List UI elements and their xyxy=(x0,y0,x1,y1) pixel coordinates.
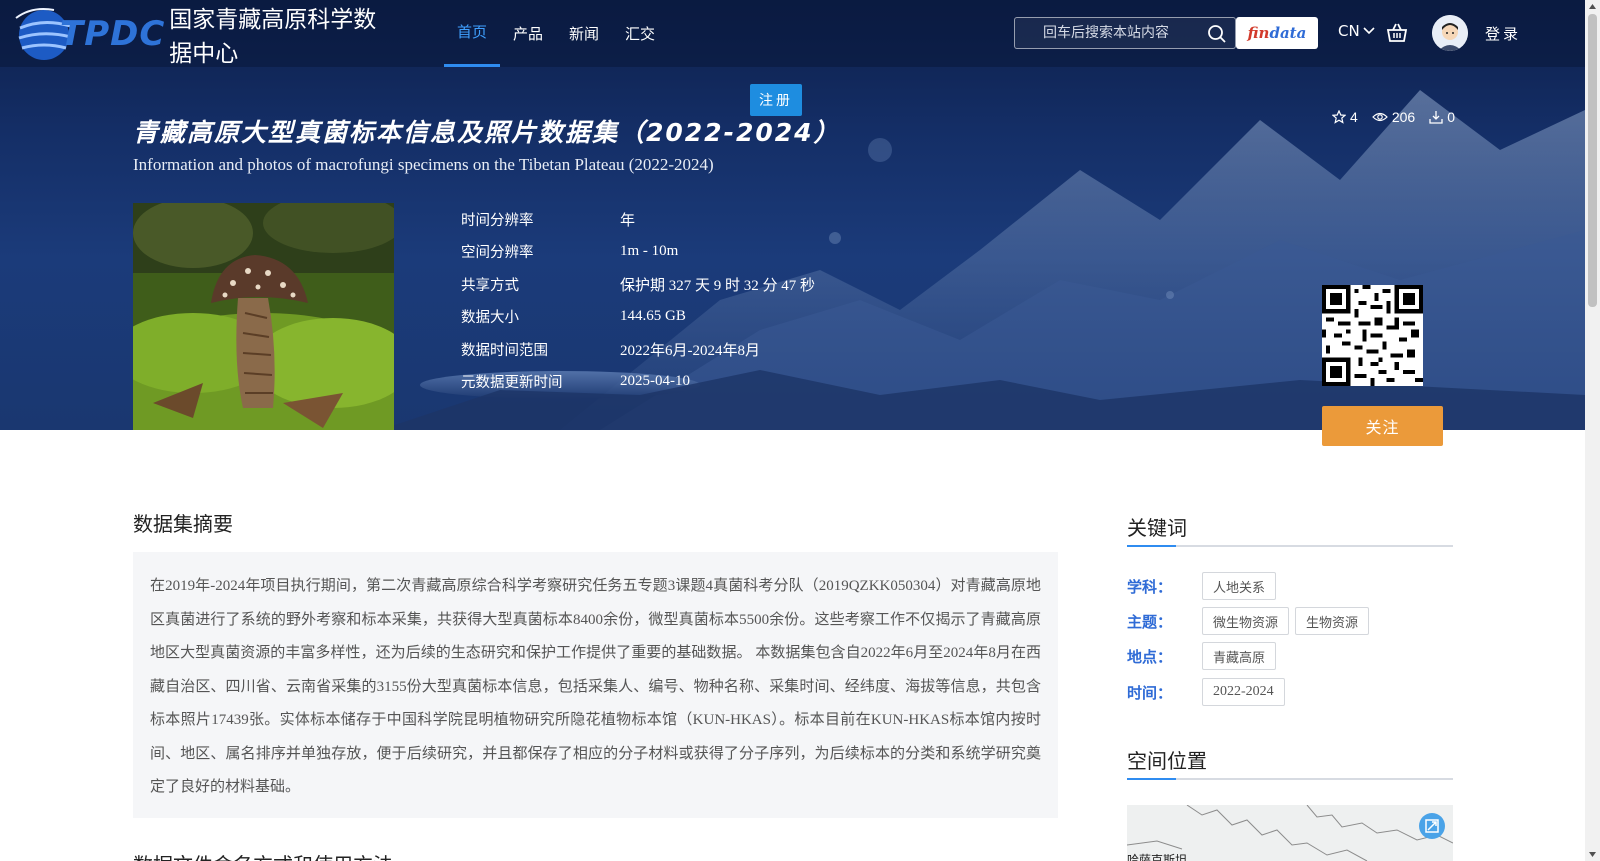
meta-value: 1m - 10m xyxy=(620,243,679,260)
downloads-count: 0 xyxy=(1447,109,1455,125)
dataset-meta: 时间分辨率 年 空间分辨率 1m - 10m 共享方式 保护期 327 天 9 … xyxy=(461,203,815,398)
follow-button[interactable]: 关注 xyxy=(1322,406,1443,446)
meta-value: 2025-04-10 xyxy=(620,373,690,390)
meta-value: 年 xyxy=(620,212,636,229)
keyword-label: 学科： xyxy=(1127,577,1173,596)
meta-row: 共享方式 保护期 327 天 9 时 32 分 47 秒 xyxy=(461,268,815,301)
keywords-title: 关键词 xyxy=(1127,516,1187,540)
cart-icon[interactable] xyxy=(1386,22,1408,44)
nav-news[interactable]: 新闻 xyxy=(556,0,612,67)
language-switch[interactable]: CN xyxy=(1338,22,1375,40)
scrollbar-thumb[interactable] xyxy=(1588,14,1597,307)
dataset-stats: 4 206 0 xyxy=(1332,109,1455,125)
views-count: 206 xyxy=(1391,109,1416,125)
scroll-up-icon[interactable] xyxy=(1588,2,1597,12)
meta-row: 数据时间范围 2022年6月-2024年8月 xyxy=(461,333,815,366)
nav-products[interactable]: 产品 xyxy=(500,0,556,67)
meta-value: 144.65 GB xyxy=(620,308,686,325)
meta-label: 共享方式 xyxy=(461,277,519,294)
logo-abbr: TPDC xyxy=(60,14,166,54)
user-avatar-icon xyxy=(1432,15,1468,51)
keyword-label: 地点： xyxy=(1127,647,1173,666)
findata-label-data: data xyxy=(1269,24,1307,42)
meta-value: 保护期 327 天 9 时 32 分 47 秒 xyxy=(620,277,816,294)
fullscreen-icon[interactable] xyxy=(1418,812,1446,840)
scroll-down-icon[interactable] xyxy=(1588,849,1597,859)
site-logo[interactable]: TPDC 国家青藏高原科学数据中心 xyxy=(14,4,394,67)
star-icon xyxy=(1332,110,1347,124)
meta-label: 数据时间范围 xyxy=(461,342,548,359)
chevron-down-icon xyxy=(1363,27,1375,35)
download-icon xyxy=(1429,111,1443,124)
eye-icon xyxy=(1371,112,1388,122)
keywords-divider xyxy=(1127,545,1453,547)
stars-count: 4 xyxy=(1350,109,1358,125)
search-icon[interactable] xyxy=(1207,24,1227,44)
login-link[interactable]: 登录 xyxy=(1485,23,1521,44)
findata-button[interactable]: fin data xyxy=(1236,17,1318,49)
meta-label: 数据大小 xyxy=(461,310,519,327)
keyword-row-theme: 主题： 微生物资源 生物资源 xyxy=(1127,607,1370,635)
nav-home[interactable]: 首页 xyxy=(444,0,501,67)
map-country-label: 哈萨克斯坦 xyxy=(1127,853,1188,861)
keyword-label: 主题： xyxy=(1127,612,1173,631)
meta-label: 元数据更新时间 xyxy=(461,375,563,392)
keyword-row-discipline: 学科： 人地关系 xyxy=(1127,572,1277,600)
qr-code-icon xyxy=(1322,285,1423,386)
dataset-cover-image xyxy=(133,203,394,430)
meta-row: 空间分辨率 1m - 10m xyxy=(461,236,815,269)
findata-label-fin: fin xyxy=(1247,24,1270,42)
keyword-tag[interactable]: 青藏高原 xyxy=(1202,642,1277,670)
keyword-tag[interactable]: 2022-2024 xyxy=(1202,678,1285,706)
top-navbar: TPDC 国家青藏高原科学数据中心 首页 产品 新闻 汇交 findata CN xyxy=(0,0,1585,67)
meta-row: 时间分辨率 年 xyxy=(461,203,815,236)
keyword-label: 时间： xyxy=(1127,683,1173,702)
nav-submit[interactable]: 汇交 xyxy=(612,0,668,67)
views-stat: 206 xyxy=(1371,109,1416,125)
qr-code xyxy=(1322,285,1423,386)
search-input[interactable] xyxy=(1043,18,1203,48)
mushroom-photo xyxy=(133,203,394,430)
summary-title: 数据集摘要 xyxy=(133,512,233,536)
page-scrollbar[interactable] xyxy=(1585,0,1600,861)
keyword-tag[interactable]: 人地关系 xyxy=(1202,572,1277,600)
meta-label: 时间分辨率 xyxy=(461,212,534,229)
meta-value: 2022年6月-2024年8月 xyxy=(620,342,760,359)
logo-name: 国家青藏高原科学数据中心 xyxy=(169,7,377,67)
summary-box: 在2019年-2024年项目执行期间，第二次青藏高原综合科学考察研究任务五专题3… xyxy=(133,552,1058,818)
keyword-row-place: 地点： 青藏高原 xyxy=(1127,642,1277,670)
meta-row: 数据大小 144.65 GB xyxy=(461,301,815,334)
dataset-title-en: Information and photos of macrofungi spe… xyxy=(133,155,714,174)
register-button[interactable]: 注册 xyxy=(750,84,802,116)
meta-row: 元数据更新时间 2025-04-10 xyxy=(461,366,815,399)
avatar[interactable] xyxy=(1432,15,1468,51)
location-title: 空间位置 xyxy=(1127,749,1207,773)
keyword-row-time: 时间： 2022-2024 xyxy=(1127,678,1285,706)
stars-stat[interactable]: 4 xyxy=(1332,109,1358,125)
dataset-title-cn: 青藏高原大型真菌标本信息及照片数据集（2022-2024） xyxy=(133,118,841,147)
language-label: CN xyxy=(1338,22,1360,40)
meta-label: 空间分辨率 xyxy=(461,245,534,262)
keyword-tag[interactable]: 生物资源 xyxy=(1295,607,1370,635)
naming-section-title: 数据文件命名方式和使用方法 xyxy=(133,849,393,861)
location-map[interactable]: 哈萨克斯坦 xyxy=(1127,805,1453,861)
search-box xyxy=(1014,17,1236,49)
location-divider xyxy=(1127,778,1453,780)
downloads-stat: 0 xyxy=(1429,109,1455,125)
keyword-tag[interactable]: 微生物资源 xyxy=(1202,607,1290,635)
main-nav: 首页 产品 新闻 汇交 xyxy=(444,0,668,67)
summary-text: 在2019年-2024年项目执行期间，第二次青藏高原综合科学考察研究任务五专题3… xyxy=(150,578,1041,795)
